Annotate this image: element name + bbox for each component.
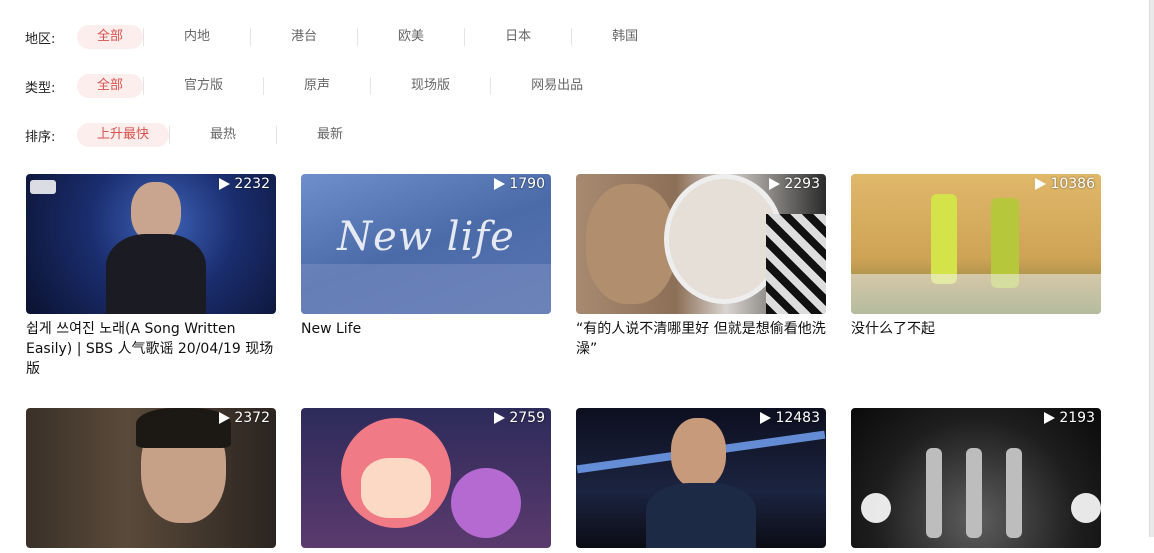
video-title[interactable]: “有的人说不清哪里好 但就是想偷看他洗澡” xyxy=(576,319,826,359)
type-option-official[interactable]: 官方版 xyxy=(144,74,263,98)
play-count: 10386 xyxy=(1035,176,1095,192)
video-thumbnail[interactable]: 2232 xyxy=(26,174,276,314)
video-thumbnail[interactable]: 2193 xyxy=(851,408,1101,548)
play-count-value: 2759 xyxy=(509,410,545,426)
play-icon xyxy=(219,178,231,190)
play-count: 12483 xyxy=(760,410,820,426)
filter-label-type: 类型: xyxy=(25,80,56,96)
play-icon xyxy=(1035,178,1047,190)
video-card[interactable]: 2193 xyxy=(851,408,1101,553)
type-option-all[interactable]: 全部 xyxy=(77,74,144,98)
video-card[interactable]: 2293 “有的人说不清哪里好 但就是想偷看他洗澡” xyxy=(576,174,826,359)
play-count: 1790 xyxy=(494,176,545,192)
video-card[interactable]: 2372 xyxy=(26,408,276,553)
video-title[interactable]: New Life xyxy=(301,319,551,339)
play-count-value: 10386 xyxy=(1050,176,1095,192)
play-count: 2293 xyxy=(769,176,820,192)
type-option-original[interactable]: 原声 xyxy=(264,74,370,98)
region-option-western[interactable]: 欧美 xyxy=(358,25,464,49)
region-option-japan[interactable]: 日本 xyxy=(465,25,571,49)
play-icon xyxy=(494,412,506,424)
play-count: 2759 xyxy=(494,410,545,426)
video-title[interactable]: 쉽게 쓰여진 노래(A Song Written Easily) | SBS 人… xyxy=(26,319,276,379)
play-icon xyxy=(769,178,781,190)
play-icon xyxy=(219,412,231,424)
play-icon xyxy=(494,178,506,190)
thumbnail-overlay-text: New life xyxy=(337,214,515,260)
play-icon xyxy=(1044,412,1056,424)
sort-option-rising[interactable]: 上升最快 xyxy=(77,123,170,147)
video-card[interactable]: 10386 没什么了不起 xyxy=(851,174,1101,339)
sort-option-hot[interactable]: 最热 xyxy=(170,123,276,147)
filter-label-sort: 排序: xyxy=(25,129,56,145)
play-count-value: 2293 xyxy=(784,176,820,192)
play-count-value: 2193 xyxy=(1059,410,1095,426)
video-card[interactable]: 2232 쉽게 쓰여진 노래(A Song Written Easily) | … xyxy=(26,174,276,379)
play-count: 2193 xyxy=(1044,410,1095,426)
region-option-hk-tw[interactable]: 港台 xyxy=(251,25,357,49)
filter-label-region: 地区: xyxy=(25,31,56,47)
video-thumbnail[interactable]: 2759 xyxy=(301,408,551,548)
region-option-all[interactable]: 全部 xyxy=(77,25,144,49)
type-option-netease[interactable]: 网易出品 xyxy=(491,74,623,98)
video-thumbnail[interactable]: 2293 xyxy=(576,174,826,314)
play-count: 2232 xyxy=(219,176,270,192)
region-option-mainland[interactable]: 内地 xyxy=(144,25,250,49)
video-card[interactable]: New life 1790 New Life xyxy=(301,174,551,339)
filter-row-sort: 排序: 上升最快 最热 最新 xyxy=(25,122,383,148)
play-count-value: 1790 xyxy=(509,176,545,192)
video-thumbnail[interactable]: 10386 xyxy=(851,174,1101,314)
play-count-value: 12483 xyxy=(775,410,820,426)
video-card[interactable]: 2759 xyxy=(301,408,551,553)
video-thumbnail[interactable]: New life 1790 xyxy=(301,174,551,314)
video-card[interactable]: 12483 xyxy=(576,408,826,553)
scrollbar[interactable] xyxy=(1149,0,1154,537)
region-option-korea[interactable]: 韩国 xyxy=(572,25,678,49)
play-count-value: 2232 xyxy=(234,176,270,192)
video-thumbnail[interactable]: 2372 xyxy=(26,408,276,548)
sort-option-new[interactable]: 最新 xyxy=(277,123,383,147)
play-count-value: 2372 xyxy=(234,410,270,426)
play-icon xyxy=(760,412,772,424)
filter-row-type: 类型: 全部 官方版 原声 现场版 网易出品 xyxy=(25,73,623,99)
video-thumbnail[interactable]: 12483 xyxy=(576,408,826,548)
play-count: 2372 xyxy=(219,410,270,426)
filter-row-region: 地区: 全部 内地 港台 欧美 日本 韩国 xyxy=(25,24,678,50)
video-title[interactable]: 没什么了不起 xyxy=(851,319,1101,339)
type-option-live[interactable]: 现场版 xyxy=(371,74,490,98)
